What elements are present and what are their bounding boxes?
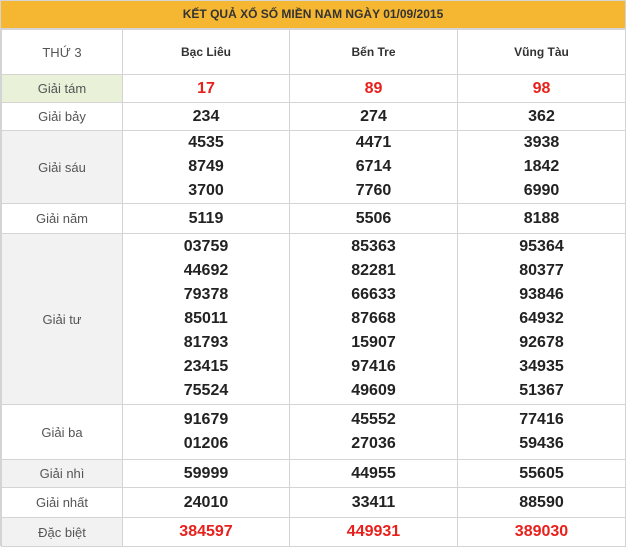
prize-number-list: 95364 80377 93846 64932 92678 34935 51367 bbox=[457, 233, 626, 405]
prize-label: Giải tám bbox=[1, 74, 123, 103]
prize-number-list: 91679 01206 bbox=[122, 404, 290, 460]
prize-number-list: 03759 44692 79378 85011 81793 23415 75524 bbox=[122, 233, 290, 405]
table-row: Giải ba 91679 01206 45552 27036 77416 59436 bbox=[1, 404, 626, 460]
prize-number-list: 4535 8749 3700 bbox=[122, 130, 290, 204]
prize-label: Giải nhất bbox=[1, 487, 123, 518]
prize-label: Giải bảy bbox=[1, 102, 123, 131]
province-ben-tre[interactable]: Bến Tre bbox=[289, 29, 458, 75]
prize-number: 24010 bbox=[122, 487, 290, 518]
day-of-week: THỨ 3 bbox=[1, 29, 123, 75]
prize-number: 234 bbox=[122, 102, 290, 131]
prize-number: 59999 bbox=[122, 459, 290, 488]
prize-number-list: 85363 82281 66633 87668 15907 97416 49609 bbox=[289, 233, 458, 405]
prize-label: Giải ba bbox=[1, 404, 123, 460]
prize-label: Giải tư bbox=[1, 233, 123, 405]
prize-number: 88590 bbox=[457, 487, 626, 518]
table-header-row: THỨ 3 Bạc Liêu Bến Tre Vũng Tàu bbox=[1, 29, 626, 75]
special-prize-number: 449931 bbox=[289, 517, 458, 547]
prize-number: 33411 bbox=[289, 487, 458, 518]
prize-number: 5119 bbox=[122, 203, 290, 234]
table-row: Giải nhất 24010 33411 88590 bbox=[1, 487, 626, 518]
prize-number-list: 45552 27036 bbox=[289, 404, 458, 460]
prize-number: 362 bbox=[457, 102, 626, 131]
prize-number: 5506 bbox=[289, 203, 458, 234]
prize-number-list: 3938 1842 6990 bbox=[457, 130, 626, 204]
prize-number: 8188 bbox=[457, 203, 626, 234]
table-row: Giải năm 5119 5506 8188 bbox=[1, 203, 626, 234]
table-row: Giải sáu 4535 8749 3700 4471 6714 7760 3938 1… bbox=[1, 130, 626, 204]
prize-number: 55605 bbox=[457, 459, 626, 488]
special-prize-number: 384597 bbox=[122, 517, 290, 547]
prize-label: Giải năm bbox=[1, 203, 123, 234]
lottery-results-panel: KẾT QUẢ XỔ SỐ MIỀN NAM NGÀY 01/09/2015 T… bbox=[0, 0, 626, 547]
prize-label: Giải nhì bbox=[1, 459, 123, 488]
prize-number-list: 77416 59436 bbox=[457, 404, 626, 460]
prize-number: 44955 bbox=[289, 459, 458, 488]
table-row: Giải nhì 59999 44955 55605 bbox=[1, 459, 626, 488]
province-vung-tau[interactable]: Vũng Tàu bbox=[457, 29, 626, 75]
table-row-special: Đặc biệt 384597 449931 389030 bbox=[1, 517, 626, 547]
prize-number: 98 bbox=[457, 74, 626, 103]
special-prize-number: 389030 bbox=[457, 517, 626, 547]
prize-number: 17 bbox=[122, 74, 290, 103]
prize-number-list: 4471 6714 7760 bbox=[289, 130, 458, 204]
results-table: THỨ 3 Bạc Liêu Bến Tre Vũng Tàu Giải tám… bbox=[1, 29, 626, 547]
province-bac-lieu[interactable]: Bạc Liêu bbox=[122, 29, 290, 75]
table-row: Giải bảy 234 274 362 bbox=[1, 102, 626, 131]
table-row: Giải tám 17 89 98 bbox=[1, 74, 626, 103]
prize-number: 274 bbox=[289, 102, 458, 131]
prize-label: Giải sáu bbox=[1, 130, 123, 204]
prize-number: 89 bbox=[289, 74, 458, 103]
results-title: KẾT QUẢ XỔ SỐ MIỀN NAM NGÀY 01/09/2015 bbox=[1, 1, 625, 29]
table-row: Giải tư 03759 44692 79378 85011 81793 23415 75… bbox=[1, 233, 626, 405]
prize-label: Đặc biệt bbox=[1, 517, 123, 547]
